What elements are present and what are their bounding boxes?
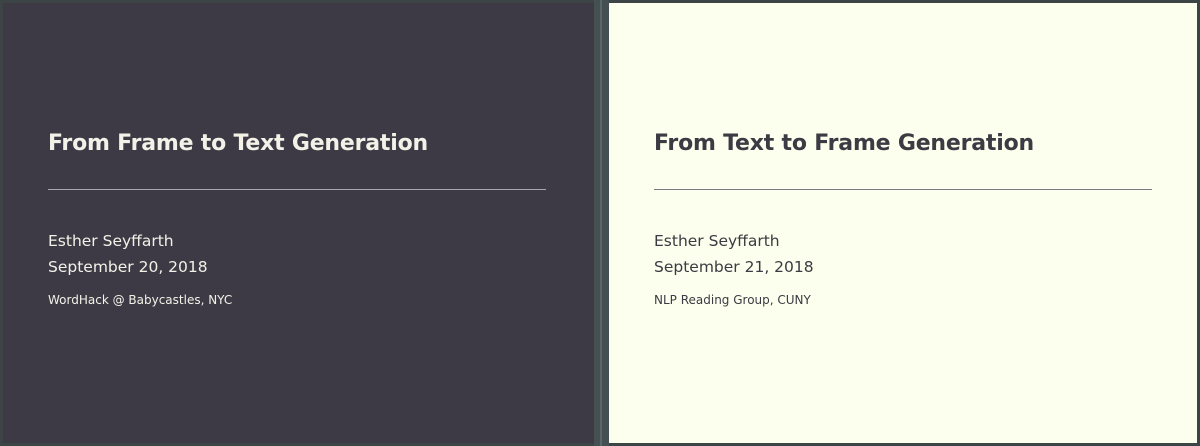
title-divider — [48, 189, 546, 190]
slide-text-to-frame: From Text to Frame Generation Esther Sey… — [609, 3, 1197, 443]
title-divider — [654, 189, 1152, 190]
slide-viewer: From Frame to Text Generation Esther Sey… — [0, 0, 1200, 446]
slide-title: From Text to Frame Generation — [654, 131, 1034, 156]
slide-frame-to-text: From Frame to Text Generation Esther Sey… — [3, 3, 594, 443]
slide-author: Esther Seyffarth — [654, 232, 780, 250]
slide-date: September 20, 2018 — [48, 258, 208, 276]
slide-venue: NLP Reading Group, CUNY — [654, 293, 811, 307]
slide-author: Esther Seyffarth — [48, 232, 174, 250]
slide-separator — [600, 0, 602, 446]
slide-date: September 21, 2018 — [654, 258, 814, 276]
slide-venue: WordHack @ Babycastles, NYC — [48, 293, 233, 307]
slide-title: From Frame to Text Generation — [48, 131, 428, 156]
